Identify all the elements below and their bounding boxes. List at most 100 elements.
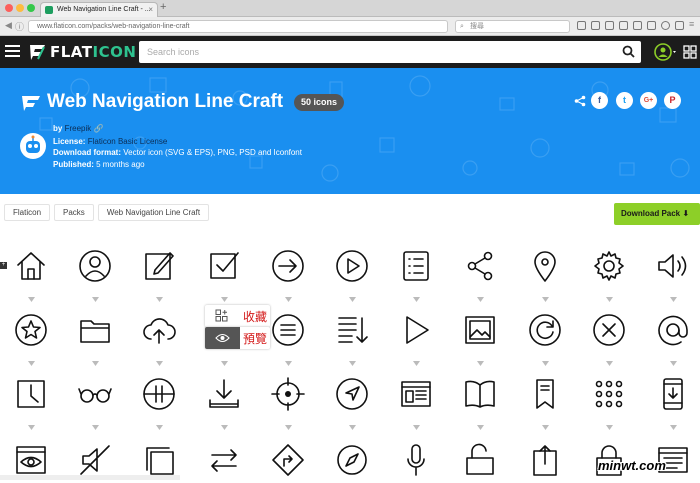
cloud-upload-icon[interactable] [141,312,177,348]
icon-download-marker-icon[interactable] [284,289,292,302]
download-icon[interactable] [206,376,242,412]
upload-icon[interactable] [527,442,563,478]
download-arrow-icon[interactable] [605,21,614,30]
home-icon[interactable] [13,248,49,284]
icon-download-marker-icon[interactable] [156,417,164,430]
pocket-icon[interactable] [633,21,642,30]
target-icon[interactable] [270,376,306,412]
direction-sign-icon[interactable] [270,442,306,478]
icon-download-marker-icon[interactable] [605,353,613,366]
close-circle-icon[interactable] [591,312,627,348]
icon-download-marker-icon[interactable] [413,417,421,430]
icon-download-marker-icon[interactable] [92,289,100,302]
license-link[interactable]: Flaticon Basic License [88,137,168,146]
exchange-icon[interactable] [206,442,242,478]
speaker-icon[interactable] [655,248,691,284]
reading-list-icon[interactable] [591,21,600,30]
icon-download-marker-icon[interactable] [349,417,356,430]
extension-icon[interactable] [647,21,656,30]
maximize-window-button[interactable] [27,4,35,12]
close-window-button[interactable] [5,4,13,12]
menu-icon[interactable]: ≡ [689,19,694,29]
mute-icon[interactable] [77,442,113,478]
user-account-icon[interactable] [654,43,678,61]
icon-download-marker-icon[interactable] [605,289,613,302]
breadcrumb-item[interactable]: Packs [54,204,94,221]
icon-download-marker-icon[interactable] [477,289,485,302]
icon-download-marker-icon[interactable] [541,417,549,430]
back-icon[interactable]: ◀ [5,20,12,31]
icon-download-marker-icon[interactable] [28,353,35,366]
sync-icon[interactable] [675,21,684,30]
glasses-icon[interactable] [77,376,113,412]
icon-download-marker-icon[interactable] [220,353,228,366]
icon-download-marker-icon[interactable] [541,353,549,366]
compass-icon[interactable] [334,442,370,478]
menu-circle-icon[interactable] [270,312,306,348]
icon-download-marker-icon[interactable] [92,417,100,430]
share-icon[interactable] [462,248,498,284]
home-toolbar-icon[interactable] [619,21,628,30]
facebook-share-button[interactable]: f [591,92,608,109]
sort-down-icon[interactable] [334,312,370,348]
icon-download-marker-icon[interactable] [156,353,164,366]
breadcrumb-item[interactable]: Flaticon [4,204,51,221]
icon-download-marker-icon[interactable] [156,289,164,302]
pinterest-share-button[interactable]: P [664,92,681,109]
star-bookmark-icon[interactable] [577,21,586,30]
unlock-icon[interactable] [462,442,498,478]
icon-download-marker-icon[interactable] [670,417,677,430]
collect-button[interactable]: 收藏 [205,305,270,327]
icon-download-marker-icon[interactable] [670,353,677,366]
icon-download-marker-icon[interactable] [28,289,35,302]
mobile-download-icon[interactable] [655,376,691,412]
icon-download-marker-icon[interactable] [349,289,356,302]
navigation-arrow-icon[interactable] [334,376,370,412]
at-sign-icon[interactable] [655,312,691,348]
icon-download-marker-icon[interactable] [284,353,292,366]
google-plus-share-button[interactable]: G+ [640,92,657,109]
search-icon[interactable] [622,45,635,58]
address-bar[interactable]: www.flaticon.com/packs/web-navigation-li… [28,20,472,33]
copy-squares-icon[interactable] [141,442,177,478]
hamburger-menu-icon[interactable] [5,45,20,58]
play-triangle-icon[interactable] [398,312,434,348]
icon-download-marker-icon[interactable] [349,353,356,366]
image-icon[interactable] [462,312,498,348]
icon-download-marker-icon[interactable] [92,353,100,366]
browser-search-input[interactable]: ⌕ 搜尋 [455,20,570,33]
icon-download-marker-icon[interactable] [605,417,613,430]
star-icon[interactable] [13,312,49,348]
author-avatar[interactable] [20,133,46,159]
clock-icon[interactable] [13,376,49,412]
close-tab-icon[interactable]: × [148,3,153,16]
book-icon[interactable] [462,376,498,412]
icon-download-marker-icon[interactable] [28,417,35,430]
twitter-share-button[interactable]: t [616,92,633,109]
emoji-icon[interactable] [661,21,670,30]
user-icon[interactable] [77,248,113,284]
minimize-window-button[interactable] [16,4,24,12]
new-tab-button[interactable]: + [160,1,166,13]
collections-icon[interactable] [683,45,697,59]
browser-tab[interactable]: Web Navigation Line Craft - ... × [40,2,158,17]
flaticon-logo[interactable]: FLATICON [29,43,136,61]
play-icon[interactable] [334,248,370,284]
folder-icon[interactable] [77,312,113,348]
preview-button[interactable]: 預覽 [205,327,270,349]
dots-grid-icon[interactable] [591,376,627,412]
download-pack-button[interactable]: Download Pack ⬇ [614,203,700,225]
search-input[interactable]: Search icons [139,41,641,63]
icon-download-marker-icon[interactable] [220,417,228,430]
bookmark-icon[interactable] [527,376,563,412]
view-window-icon[interactable] [13,442,49,478]
icon-download-marker-icon[interactable] [220,289,228,302]
icon-download-marker-icon[interactable] [477,353,485,366]
list-icon[interactable] [398,248,434,284]
gear-icon[interactable] [591,248,627,284]
icon-download-marker-icon[interactable] [477,417,485,430]
arrow-right-icon[interactable] [270,248,306,284]
browser-window-icon[interactable] [398,376,434,412]
icon-download-marker-icon[interactable] [413,353,421,366]
author-link[interactable]: Freepik [65,124,92,133]
